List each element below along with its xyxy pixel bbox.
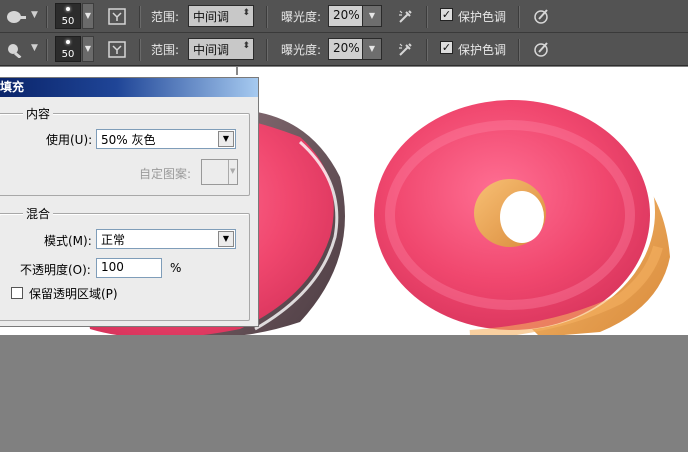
separator xyxy=(266,39,267,61)
exposure-label: 曝光度: xyxy=(281,10,322,24)
protect-tones-checkbox[interactable]: ✓ xyxy=(440,41,453,54)
protect-tones-label: 保护色调 xyxy=(458,10,507,24)
use-value: 50% 灰色 xyxy=(101,133,156,147)
separator xyxy=(518,39,519,61)
opacity-unit: % xyxy=(170,261,182,275)
separator xyxy=(266,6,267,28)
brush-dropdown-button[interactable]: ▼ xyxy=(82,3,94,29)
tool-preset-caret-icon[interactable]: ▼ xyxy=(31,43,38,53)
burn-tool-icon[interactable] xyxy=(6,42,26,58)
separator xyxy=(518,6,519,28)
dodge-tool-icon[interactable] xyxy=(6,9,26,25)
range-label: 范围: xyxy=(151,43,180,57)
brush-tip-icon xyxy=(66,40,70,44)
range-select[interactable]: 中间调 ⬍ xyxy=(188,38,254,60)
separator xyxy=(426,6,427,28)
brush-tip-icon xyxy=(66,7,70,11)
airbrush-icon[interactable] xyxy=(397,7,415,25)
brush-preset-picker[interactable]: 50 xyxy=(55,3,81,29)
brush-dropdown-button[interactable]: ▼ xyxy=(82,36,94,62)
range-label: 范围: xyxy=(151,10,180,24)
protect-tones-label: 保护色调 xyxy=(458,43,507,57)
pressure-size-icon[interactable] xyxy=(532,40,550,58)
separator xyxy=(139,6,140,28)
options-bar-bottom: ▼ 50 ▼ 范围: 中间调 ⬍ 曝光度: 20% ▼ ✓ 保护色调 xyxy=(0,33,688,66)
brush-size: 50 xyxy=(61,49,75,60)
separator xyxy=(139,39,140,61)
pressure-size-icon[interactable] xyxy=(532,7,550,25)
protect-tones-checkbox[interactable]: ✓ xyxy=(440,8,453,21)
mode-label: 模式(M): xyxy=(44,234,92,248)
dropdown-arrow-icon: ▼ xyxy=(230,167,236,175)
mode-value: 正常 xyxy=(101,233,126,247)
brush-size: 50 xyxy=(61,16,75,27)
blending-group-label: 混合 xyxy=(23,205,54,222)
brush-panel-icon[interactable] xyxy=(108,41,126,58)
dropdown-arrow-icon[interactable]: ▼ xyxy=(218,131,234,147)
brush-panel-icon[interactable] xyxy=(108,8,126,25)
separator xyxy=(46,6,47,28)
custom-pattern-picker: ▼ xyxy=(201,159,238,185)
range-value: 中间调 xyxy=(193,10,230,24)
preserve-transparency-label: 保留透明区域(P) xyxy=(29,287,118,301)
separator xyxy=(46,39,47,61)
preserve-transparency-checkbox[interactable] xyxy=(11,287,23,299)
fill-dialog[interactable]: 填充 内容 使用(U): 50% 灰色 ▼ 自定图案: ▼ 混合 模式(M): … xyxy=(0,77,259,327)
dialog-titlebar[interactable]: 填充 xyxy=(0,78,258,97)
opacity-input[interactable]: 100 xyxy=(96,258,162,278)
airbrush-icon[interactable] xyxy=(397,40,415,58)
brush-preset-picker[interactable]: 50 xyxy=(55,36,81,62)
range-select[interactable]: 中间调 ⬍ xyxy=(188,5,254,27)
exposure-label: 曝光度: xyxy=(281,43,322,57)
exposure-slider-button[interactable]: ▼ xyxy=(362,5,382,27)
options-bar-top: ▼ 50 ▼ 范围: 中间调 ⬍ 曝光度: 20% ▼ ✓ 保护色调 xyxy=(0,0,688,33)
content-group-label: 内容 xyxy=(23,105,54,122)
donut-right xyxy=(374,94,670,335)
use-label: 使用(U): xyxy=(46,133,93,147)
custom-pattern-label: 自定图案: xyxy=(139,167,192,181)
tool-preset-caret-icon[interactable]: ▼ xyxy=(31,10,38,20)
opacity-label: 不透明度(O): xyxy=(20,263,91,277)
separator xyxy=(426,39,427,61)
dropdown-arrow-icon[interactable]: ▼ xyxy=(218,231,234,247)
updown-arrow-icon: ⬍ xyxy=(242,8,250,18)
range-value: 中间调 xyxy=(193,43,230,57)
use-select[interactable]: 50% 灰色 ▼ xyxy=(96,129,236,149)
mode-select[interactable]: 正常 ▼ xyxy=(96,229,236,249)
exposure-slider-button[interactable]: ▼ xyxy=(362,38,382,60)
updown-arrow-icon: ⬍ xyxy=(242,41,250,51)
